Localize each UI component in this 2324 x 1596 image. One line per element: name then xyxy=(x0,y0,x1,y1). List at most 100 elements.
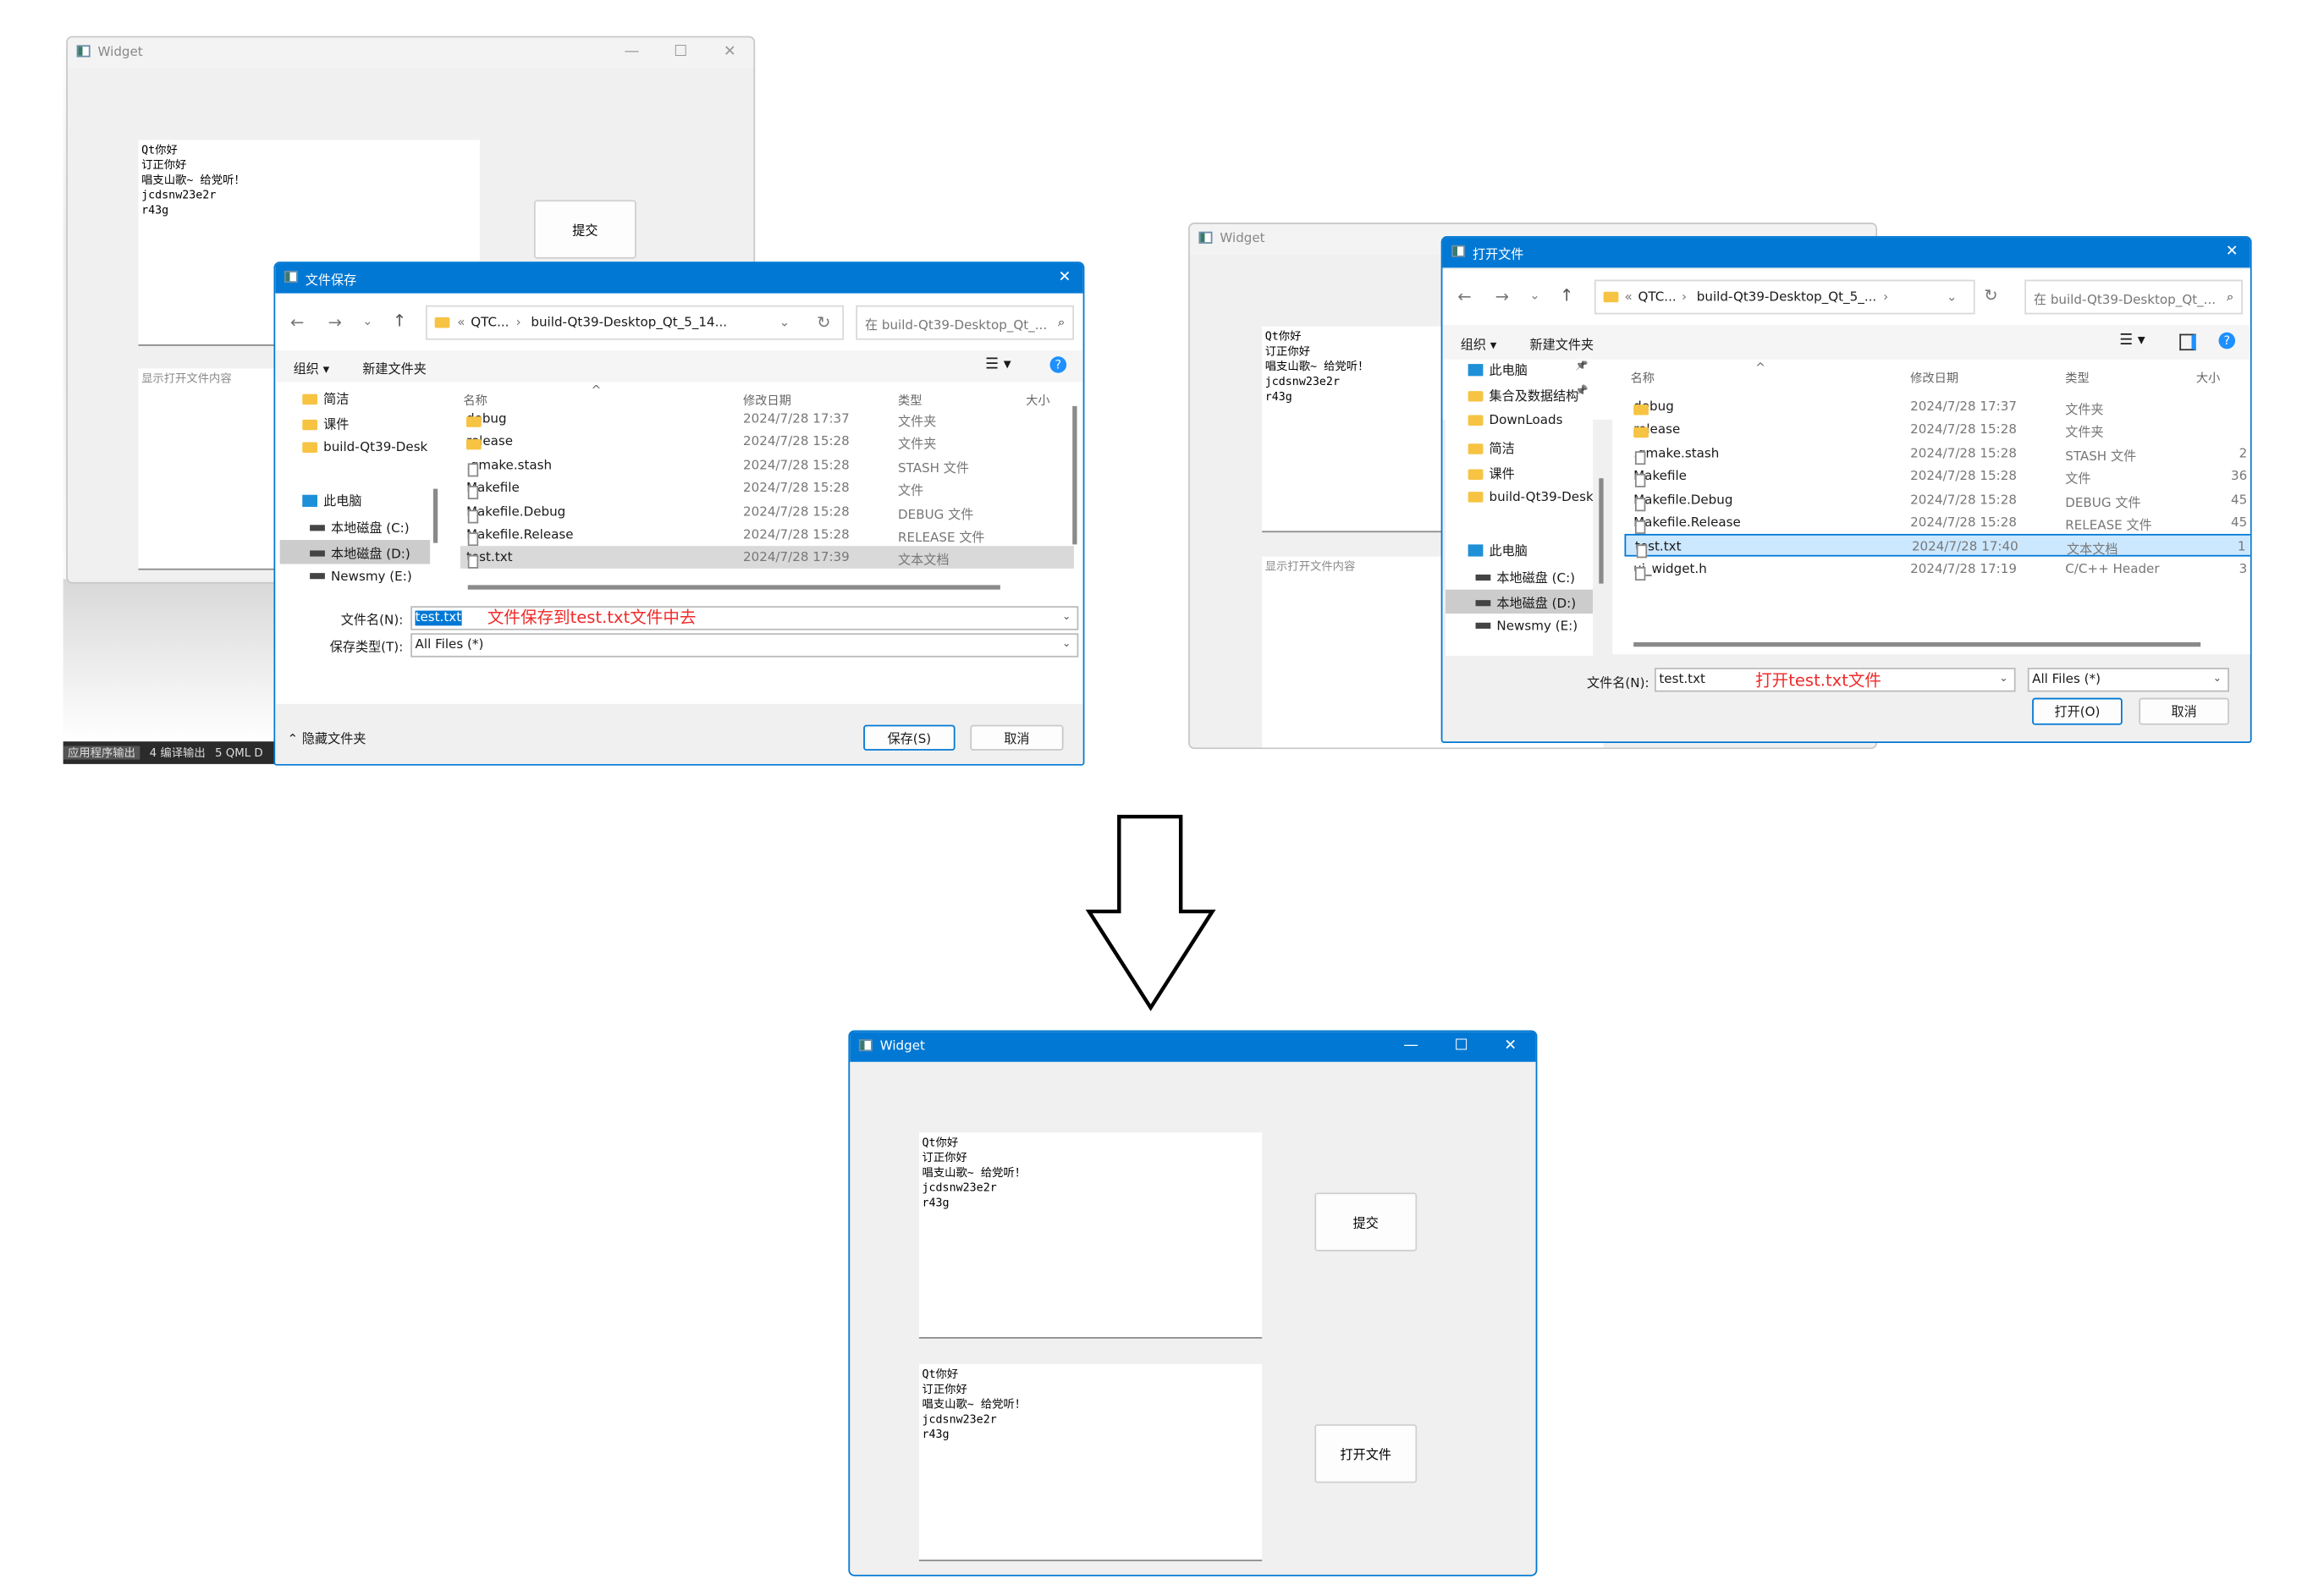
chevron-down-icon[interactable]: ⌄ xyxy=(2213,672,2222,684)
file-row[interactable]: release 2024/7/28 15:28 文件夹 xyxy=(1624,419,2250,441)
save-button[interactable]: 保存(S) xyxy=(863,724,955,751)
organize-menu[interactable]: 组织 ▾ xyxy=(294,360,330,377)
up-icon[interactable]: ↑ xyxy=(393,311,406,331)
close-icon[interactable]: ✕ xyxy=(1504,1037,1517,1058)
tab-qml-debugger[interactable]: 5 QML D xyxy=(215,746,263,760)
sidebar-item[interactable]: 本地磁盘 (D:) xyxy=(1445,589,1594,614)
file-row[interactable]: Makefile 2024/7/28 15:28 文件 xyxy=(460,477,1074,500)
submit-button[interactable]: 提交 xyxy=(533,200,636,259)
file-row[interactable]: .qmake.stash 2024/7/28 15:28 STASH 文件 2 xyxy=(1624,442,2250,465)
organize-menu[interactable]: 组织 ▾ xyxy=(1461,335,1497,354)
breadcrumb-qtc[interactable]: QTC... xyxy=(1638,290,1676,305)
maximize-icon[interactable]: ☐ xyxy=(674,42,687,63)
sidebar-item[interactable]: 此电脑 xyxy=(280,487,431,511)
cancel-button[interactable]: 取消 xyxy=(2139,697,2229,725)
forward-icon[interactable]: → xyxy=(1495,287,1509,306)
sidebar-item[interactable]: 本地磁盘 (C:) xyxy=(1446,564,1593,587)
sidebar-item[interactable]: 课件 xyxy=(1446,460,1593,484)
sidebar-item[interactable]: build-Qt39-Desk xyxy=(280,436,431,460)
minimize-icon[interactable]: — xyxy=(1403,1037,1418,1058)
close-icon[interactable]: ✕ xyxy=(2226,242,2239,263)
filetype-select[interactable]: All Files (*) ⌄ xyxy=(2027,668,2229,692)
up-icon[interactable]: ↑ xyxy=(1560,286,1573,305)
column-header[interactable]: 类型 xyxy=(898,393,922,410)
address-bar[interactable]: « QTC... › build-Qt39-Desktop_Qt_5_14...… xyxy=(425,305,845,340)
open-button[interactable]: 打开(O) xyxy=(2032,697,2123,725)
submit-button[interactable]: 提交 xyxy=(1314,1192,1418,1252)
refresh-icon[interactable]: ↻ xyxy=(1984,286,1997,305)
file-row[interactable]: debug 2024/7/28 17:37 文件夹 xyxy=(1624,395,2250,418)
recent-chevron-icon[interactable]: ⌄ xyxy=(362,314,372,327)
file-row[interactable]: test.txt 2024/7/28 17:40 文本文档 1 xyxy=(1624,534,2250,559)
help-icon[interactable]: ? xyxy=(1049,356,1067,373)
breadcrumb-build[interactable]: build-Qt39-Desktop_Qt_5_... xyxy=(1697,290,1876,305)
nav-scrollbar[interactable] xyxy=(1599,478,1604,584)
file-content-textedit[interactable]: Qt你好 订正你好 唱支山歌~ 给党听！ jcdsnw23e2r r43g xyxy=(918,1364,1263,1561)
sidebar-item[interactable]: 此电脑 📌 xyxy=(1446,361,1593,381)
sidebar-item[interactable]: 课件 xyxy=(280,410,431,434)
view-options-icon[interactable]: ☰ ▾ xyxy=(2119,333,2145,349)
address-dropdown-icon[interactable]: ⌄ xyxy=(779,316,790,331)
file-row[interactable]: Makefile.Debug 2024/7/28 15:28 DEBUG 文件 45 xyxy=(1624,488,2250,511)
column-header[interactable]: 大小 xyxy=(2196,370,2220,387)
cancel-button[interactable]: 取消 xyxy=(970,724,1064,751)
tab-compile-output[interactable]: 4 编译输出 xyxy=(150,746,206,760)
sidebar-item[interactable]: Newsmy (E:) xyxy=(1446,615,1593,639)
address-bar[interactable]: « QTC... › build-Qt39-Desktop_Qt_5_... ›… xyxy=(1594,279,1975,315)
sidebar-item[interactable]: 此电脑 xyxy=(1446,537,1593,560)
sidebar-item[interactable]: DownLoads xyxy=(1446,409,1593,432)
file-row[interactable]: Makefile.Debug 2024/7/28 15:28 DEBUG 文件 xyxy=(460,500,1074,523)
file-row[interactable]: ui_widget.h 2024/7/28 17:19 C/C++ Header 3 xyxy=(1624,558,2250,581)
filetype-select[interactable]: All Files (*) ⌄ xyxy=(410,633,1079,658)
hide-folders-toggle[interactable]: ⌃ 隐藏文件夹 xyxy=(287,729,366,748)
file-row[interactable]: Makefile.Release 2024/7/28 15:28 RELEASE 文… xyxy=(1624,511,2250,534)
nav-scrollbar[interactable] xyxy=(432,488,438,543)
recent-chevron-icon[interactable]: ⌄ xyxy=(1530,289,1540,302)
breadcrumb-qtc[interactable]: QTC... xyxy=(471,316,509,331)
column-header[interactable]: 名称 xyxy=(463,393,487,410)
close-icon[interactable]: ✕ xyxy=(1059,267,1071,289)
help-icon[interactable]: ? xyxy=(2218,332,2236,349)
chevron-down-icon[interactable]: ⌄ xyxy=(1062,611,1071,623)
sidebar-item[interactable]: 简洁 xyxy=(280,385,431,409)
sidebar-item[interactable]: 本地磁盘 (C:) xyxy=(280,515,431,538)
file-list-hscrollbar[interactable] xyxy=(467,585,1000,590)
search-input[interactable]: 在 build-Qt39-Desktop_Qt_... ⌕ xyxy=(856,305,1074,340)
column-header[interactable]: 修改日期 xyxy=(1910,370,1958,387)
file-list-hscrollbar[interactable] xyxy=(1633,641,2201,647)
file-row[interactable]: release 2024/7/28 15:28 文件夹 xyxy=(460,431,1074,454)
sidebar-item[interactable]: 本地磁盘 (D:) xyxy=(279,540,431,564)
sidebar-item[interactable]: Newsmy (E:) xyxy=(280,565,431,589)
chevron-down-icon[interactable]: ⌄ xyxy=(1062,638,1071,650)
sidebar-item[interactable]: build-Qt39-Desk xyxy=(1446,486,1593,509)
address-dropdown-icon[interactable]: ⌄ xyxy=(1947,290,1958,305)
column-header[interactable]: 类型 xyxy=(2065,370,2089,387)
file-row[interactable]: Makefile 2024/7/28 15:28 文件 36 xyxy=(1624,465,2250,488)
search-input[interactable]: 在 build-Qt39-Desktop_Qt_... ⌕ xyxy=(2024,279,2243,315)
column-header[interactable]: 大小 xyxy=(1026,393,1049,410)
preview-pane-icon[interactable] xyxy=(2179,333,2196,351)
column-header[interactable]: 名称 xyxy=(1631,370,1655,387)
file-row[interactable]: .qmake.stash 2024/7/28 15:28 STASH 文件 xyxy=(460,454,1074,477)
breadcrumb-build[interactable]: build-Qt39-Desktop_Qt_5_14... xyxy=(531,316,727,331)
tab-app-output[interactable]: 应用程序输出 xyxy=(63,746,140,760)
file-row[interactable]: debug 2024/7/28 17:37 文件夹 xyxy=(460,408,1074,430)
content-textedit[interactable]: Qt你好 订正你好 唱支山歌~ 给党听！ jcdsnw23e2r r43g xyxy=(918,1132,1263,1339)
file-row[interactable]: Makefile.Release 2024/7/28 15:28 RELEASE 文… xyxy=(460,524,1074,547)
minimize-icon[interactable]: — xyxy=(625,42,640,63)
column-header[interactable]: 修改日期 xyxy=(743,393,791,410)
new-folder-button[interactable]: 新建文件夹 xyxy=(362,360,427,377)
view-options-icon[interactable]: ☰ ▾ xyxy=(985,356,1011,373)
new-folder-button[interactable]: 新建文件夹 xyxy=(1530,335,1594,354)
file-row[interactable]: test.txt 2024/7/28 17:39 文本文档 xyxy=(460,546,1074,570)
forward-icon[interactable]: → xyxy=(328,313,341,333)
back-icon[interactable]: ← xyxy=(1457,287,1471,306)
sidebar-item[interactable]: 集合及数据结构 📌 xyxy=(1446,382,1593,405)
chevron-down-icon[interactable]: ⌄ xyxy=(1999,672,2007,684)
maximize-icon[interactable]: ☐ xyxy=(1455,1037,1468,1058)
sidebar-item[interactable]: 简洁 xyxy=(1446,435,1593,459)
refresh-icon[interactable]: ↻ xyxy=(817,313,830,333)
file-list-vscrollbar[interactable] xyxy=(1072,405,1077,545)
close-icon[interactable]: ✕ xyxy=(724,42,736,63)
back-icon[interactable]: ← xyxy=(290,313,304,333)
